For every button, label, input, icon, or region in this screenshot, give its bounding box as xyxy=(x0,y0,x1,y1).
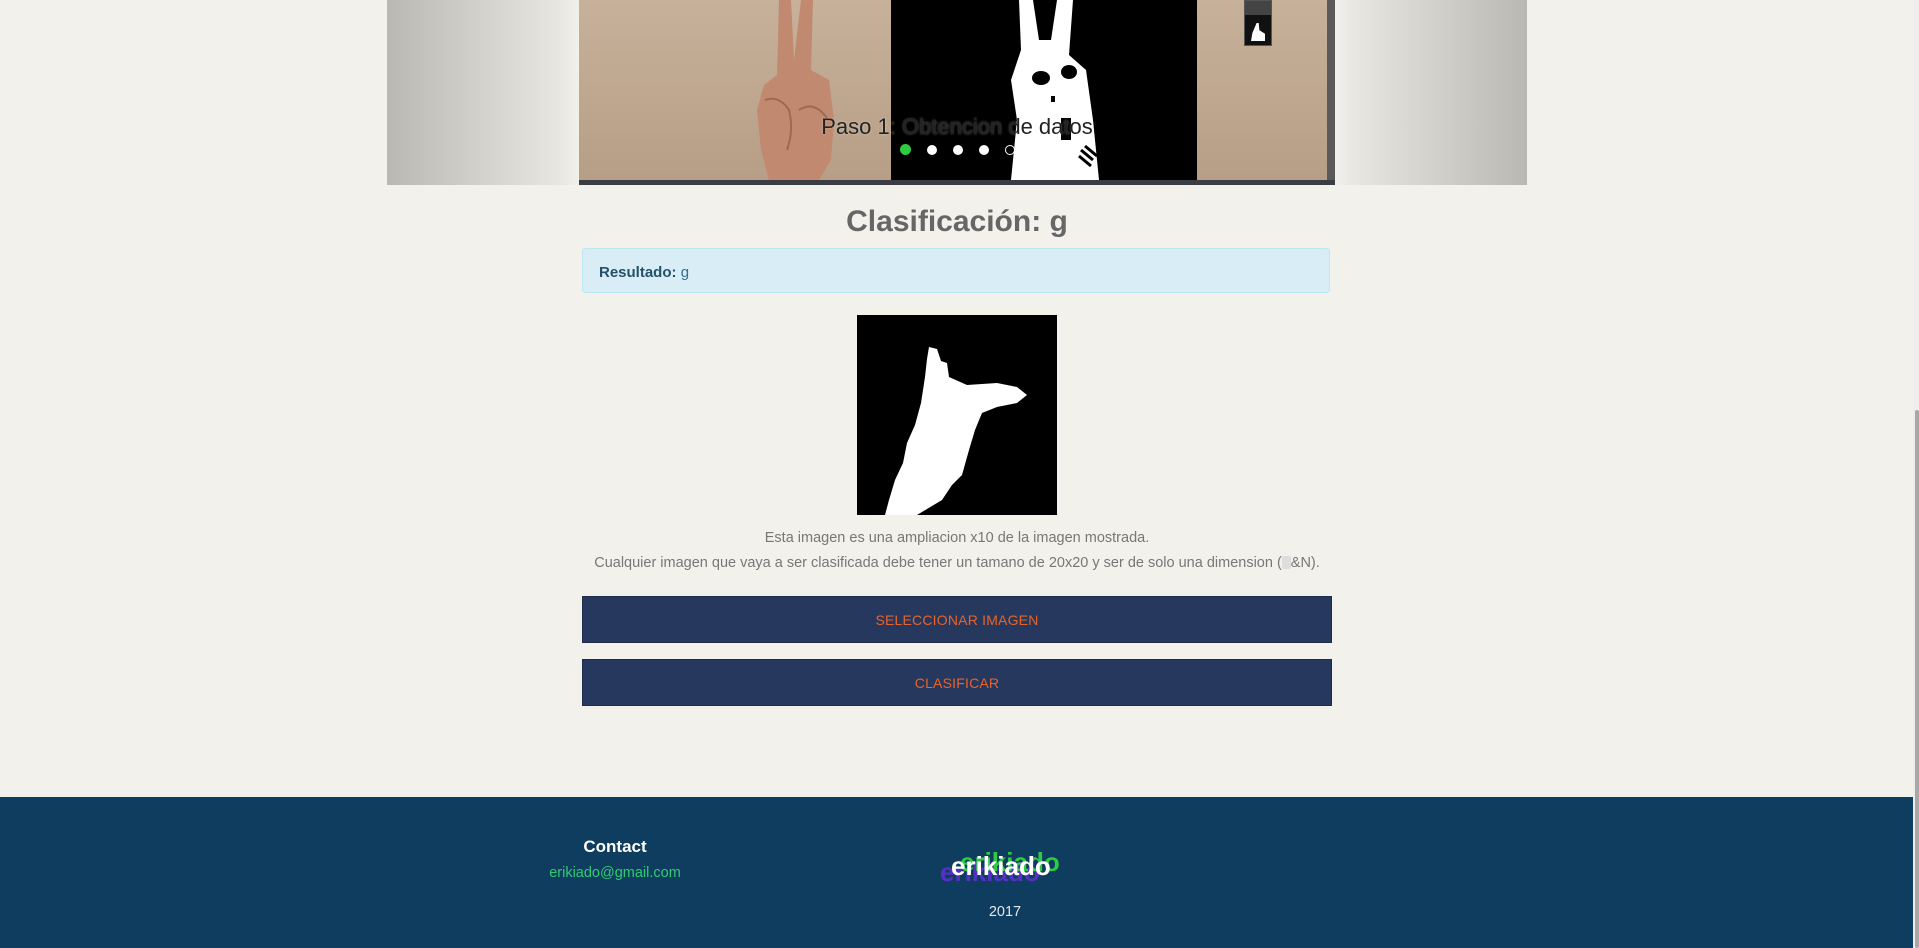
page: Paso 1: Obtencion de datos Clasificación… xyxy=(0,0,1913,948)
footer: Contact erikiado@gmail.com erikiado erik… xyxy=(0,797,1913,948)
result-alert: Resultado: g xyxy=(582,248,1330,293)
carousel-indicator-2[interactable] xyxy=(926,145,937,155)
thumbnail-preview xyxy=(1244,0,1272,46)
page-scrollbar[interactable] xyxy=(1913,0,1919,948)
page-title: Clasificación: g xyxy=(846,205,1068,238)
carousel-indicator-4[interactable] xyxy=(978,145,989,155)
carousel-indicator-1[interactable] xyxy=(899,144,911,155)
glyph-icon xyxy=(1281,556,1291,569)
contact-title: Contact xyxy=(583,837,647,856)
image-requirements-note: Cualquier imagen que vaya a ser clasific… xyxy=(594,555,1320,571)
scrollbar-thumb[interactable] xyxy=(1915,410,1919,948)
site-logo[interactable]: erikiado erikiado erikiado xyxy=(940,847,1070,887)
result-label: Resultado: xyxy=(599,264,677,281)
result-value: g xyxy=(680,264,690,281)
carousel-indicators xyxy=(579,144,1335,155)
image-carousel[interactable]: Paso 1: Obtencion de datos xyxy=(579,0,1335,185)
contact-email-link[interactable]: erikiado@gmail.com xyxy=(515,865,715,881)
select-image-button[interactable]: SELECCIONAR IMAGEN xyxy=(582,596,1332,643)
classify-button[interactable]: CLASIFICAR xyxy=(582,659,1332,706)
carousel-indicator-5[interactable] xyxy=(1004,145,1015,155)
footer-year: 2017 xyxy=(988,904,1022,920)
classified-image-preview xyxy=(857,315,1057,515)
image-info-note: Esta imagen es una ampliacion x10 de la … xyxy=(764,530,1150,546)
carousel-indicator-3[interactable] xyxy=(952,145,963,155)
carousel-caption: Paso 1: Obtencion de datos xyxy=(821,114,1093,139)
